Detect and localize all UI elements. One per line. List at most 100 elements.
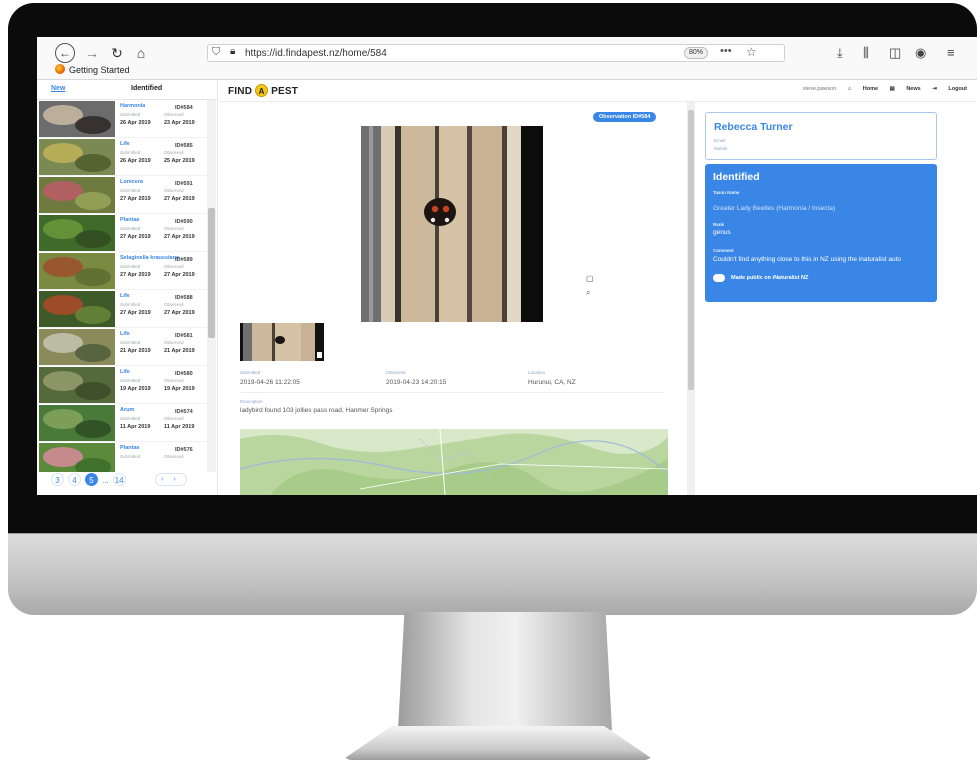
list-item-submitted-label: Submitted	[120, 188, 141, 193]
menu-icon[interactable]: ≡	[947, 43, 955, 63]
list-item[interactable]: Life ID#585 Submitted Observed 26 Apr 2019 25…	[37, 138, 207, 176]
download-icon[interactable]: ⤓	[837, 43, 843, 63]
list-item-observed: 21 Apr 2019	[164, 348, 195, 354]
list-item[interactable]: Life ID#580 Submitted Observed 19 Apr 2019 19…	[37, 366, 207, 404]
sidebar: New Identified Harmonia ID#584 Submitted Ob…	[37, 80, 218, 495]
library-icon[interactable]: ⫼	[863, 43, 869, 63]
list-item-submitted: 27 Apr 2019	[120, 272, 151, 278]
tab-identified[interactable]: Identified	[131, 85, 162, 92]
observed-label: Observed	[386, 370, 406, 375]
taxon-value: Greater Lady Beetles (Harmonia / Insecta…	[713, 205, 836, 212]
list-item[interactable]: Plantae ID#576 Submitted Observed	[37, 442, 207, 472]
list-item-thumbnail	[39, 291, 115, 327]
pager-page[interactable]: 14	[112, 473, 126, 486]
pager-page[interactable]: 3	[51, 473, 64, 486]
list-item-observed: 11 Apr 2019	[164, 424, 195, 430]
zoom-level[interactable]: 80%	[684, 47, 708, 59]
observation-photo[interactable]	[361, 126, 543, 322]
right-panel: Rebecca Turner Email Mobile Identified T…	[705, 102, 937, 495]
location-value: Hurunui, CA, NZ	[528, 379, 576, 386]
location-map[interactable]	[240, 429, 668, 495]
list-item-observed-label: Observed	[164, 264, 184, 269]
forward-icon[interactable]: →	[82, 43, 102, 63]
fullscreen-icon[interactable]: ▢	[586, 274, 594, 283]
list-item-id: ID#585	[175, 143, 193, 149]
list-item-name[interactable]: Life	[120, 369, 130, 375]
shield-icon[interactable]: ⛉	[212, 46, 220, 59]
list-item-submitted: 19 Apr 2019	[120, 386, 151, 392]
email-label: Email	[714, 138, 726, 143]
comment-label: Comment	[713, 248, 734, 253]
sidebar-scrollbar[interactable]	[207, 100, 216, 472]
home-icon[interactable]: ⌂	[131, 43, 151, 63]
list-item[interactable]: Life ID#588 Submitted Observed 27 Apr 2019 27…	[37, 290, 207, 328]
list-item[interactable]: Plantae ID#590 Submitted Observed 27 Apr 201…	[37, 214, 207, 252]
bookmark-getting-started[interactable]: Getting Started	[55, 64, 130, 75]
nav-logout[interactable]: ⇥ Logout	[932, 86, 967, 92]
pager-arrows[interactable]: ‹ ›	[155, 473, 187, 486]
list-item-name[interactable]: Selaginella kraussiana	[120, 255, 179, 261]
account-icon[interactable]: ◉	[915, 43, 926, 63]
list-item-thumbnail	[39, 215, 115, 251]
list-item[interactable]: Selaginella kraussiana ID#589 Submitted Obs…	[37, 252, 207, 290]
list-item-id: ID#581	[175, 333, 193, 339]
list-item-name[interactable]: Plantae	[120, 445, 140, 451]
nav-news[interactable]: ▤ News	[890, 86, 921, 92]
list-item-thumbnail	[39, 177, 115, 213]
list-item-name[interactable]: Life	[120, 293, 130, 299]
identified-title: Identified	[713, 171, 760, 183]
reload-icon[interactable]: ↻	[107, 43, 127, 63]
photo-thumbnail[interactable]	[240, 323, 324, 361]
list-item[interactable]: Arum ID#574 Submitted Observed 11 Apr 2019 11…	[37, 404, 207, 442]
pager-page[interactable]: 5	[85, 473, 98, 486]
list-item[interactable]: Harmonia ID#584 Submitted Observed 26 Apr 20…	[37, 100, 207, 138]
monitor-stand-foot	[342, 726, 654, 760]
list-item-name[interactable]: Lonicera	[120, 179, 143, 185]
sidebar-icon[interactable]: ◫	[889, 43, 901, 63]
url-bar[interactable]: ⛉ 🔒︎ https://id.findapest.nz/home/584 80…	[207, 44, 785, 62]
submitter-name: Rebecca Turner	[714, 121, 793, 133]
list-item-submitted-label: Submitted	[120, 150, 141, 155]
list-item-observed: 25 Apr 2019	[164, 158, 195, 164]
list-item[interactable]: Lonicera ID#591 Submitted Observed 27 Apr 20…	[37, 176, 207, 214]
list-item-observed-label: Observed	[164, 416, 184, 421]
rank-value: genus	[713, 229, 731, 236]
list-item-name[interactable]: Arum	[120, 407, 134, 413]
list-item-submitted-label: Submitted	[120, 378, 141, 383]
pager-prev[interactable]: ‹	[161, 474, 169, 485]
list-item-name[interactable]: Life	[120, 141, 130, 147]
public-toggle-label: Made public on iNaturalist NZ	[731, 275, 809, 281]
list-item-thumbnail	[39, 329, 115, 365]
list-item-thumbnail	[39, 101, 115, 137]
list-item-submitted: 27 Apr 2019	[120, 196, 151, 202]
public-toggle[interactable]	[713, 274, 725, 282]
nav-home[interactable]: ⌂ Home	[848, 86, 878, 92]
list-item[interactable]: Life ID#581 Submitted Observed 21 Apr 2019 21…	[37, 328, 207, 366]
pager-next[interactable]: ›	[174, 474, 182, 485]
browser-toolbar: ← → ↻ ⌂ ⛉ 🔒︎ https://id.findapest.nz/hom…	[37, 37, 977, 80]
detail-scrollbar[interactable]	[687, 102, 695, 495]
comment-value: Couldn't find anything close to this in …	[713, 256, 902, 263]
findapest-logo[interactable]: FIND A PEST	[228, 84, 298, 97]
app-header: FIND A PEST steve.pawson ⌂ Home ▤ News ⇥…	[218, 80, 977, 102]
list-item-thumbnail	[39, 253, 115, 289]
sidebar-tabs: New Identified	[37, 80, 217, 100]
list-item-name[interactable]: Life	[120, 331, 130, 337]
top-nav: steve.pawson ⌂ Home ▤ News ⇥ Logout	[793, 86, 967, 92]
list-item-name[interactable]: Harmonia	[120, 103, 145, 109]
zoom-icon[interactable]: ⌕	[586, 288, 590, 298]
submitted-label: Submitted	[240, 370, 261, 375]
list-item-observed-label: Observed	[164, 378, 184, 383]
back-icon[interactable]: ←	[55, 43, 75, 63]
bookmark-star-icon[interactable]: ☆	[746, 45, 757, 59]
tab-new[interactable]: New	[51, 85, 65, 92]
page-actions-icon[interactable]: •••	[720, 45, 732, 57]
list-item-submitted-label: Submitted	[120, 264, 141, 269]
list-item-id: ID#588	[175, 295, 193, 301]
list-item-observed-label: Observed	[164, 340, 184, 345]
pager-page[interactable]: 4	[68, 473, 81, 486]
list-item-name[interactable]: Plantae	[120, 217, 140, 223]
username[interactable]: steve.pawson	[803, 86, 837, 92]
url-text[interactable]: https://id.findapest.nz/home/584	[245, 48, 387, 59]
mobile-label: Mobile	[714, 146, 728, 151]
